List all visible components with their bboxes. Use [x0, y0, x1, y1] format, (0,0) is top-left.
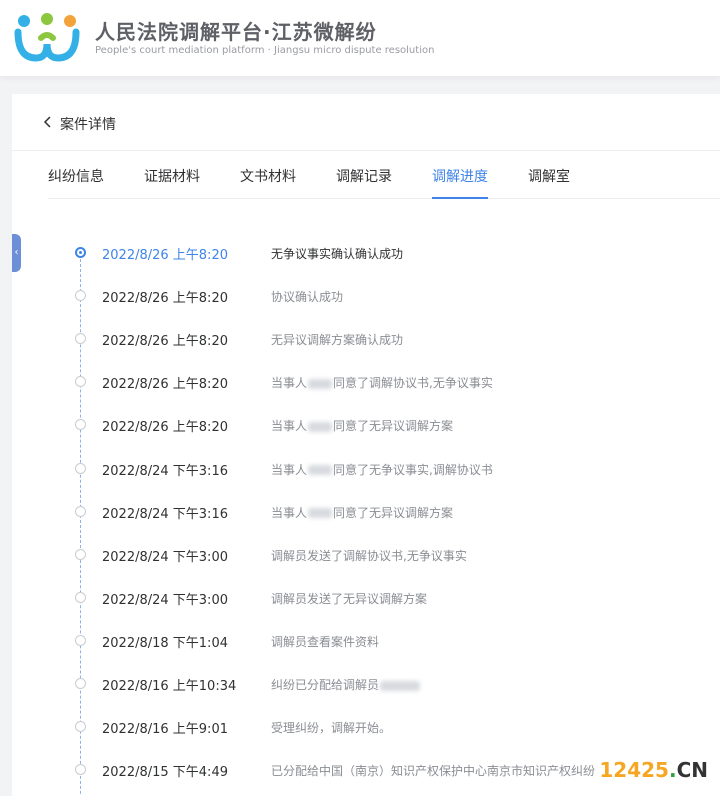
watermark-number: 12425: [599, 758, 669, 782]
timeline-dot-icon: [75, 548, 86, 560]
timeline-time: 2022/8/26 上午8:20: [102, 377, 228, 393]
watermark: 12425.CN: [599, 758, 708, 782]
timeline-dot-icon: [75, 333, 86, 345]
timeline-time: 2022/8/16 上午10:34: [102, 679, 237, 694]
app-header: 人民法院调解平台·江苏微解纷 People's court mediation …: [0, 0, 720, 76]
timeline-text-pre: 当事人: [271, 462, 308, 477]
timeline-text-post: 同意了调解协议书,无争议事实: [333, 376, 493, 391]
timeline-text: 已分配给中国（南京）知识产权保护中心南京市知识产权纠纷: [271, 762, 595, 779]
timeline-dot-active-icon: [75, 247, 86, 258]
tab-bar: 纠纷信息 证据材料 文书材料 调解记录 调解进度 调解室: [48, 152, 720, 199]
timeline-dot-icon: [75, 462, 86, 474]
tab-mediation-room[interactable]: 调解室: [528, 166, 570, 197]
timeline-text: 调解员查看案件资料: [271, 633, 379, 650]
redacted-name: [308, 508, 333, 519]
redacted-name: [308, 421, 333, 432]
timeline-item: 2022/8/24 下午3:00 调解员发送了无异议调解方案: [12, 589, 720, 609]
timeline-text-pre: 调解员发送了调解协议书,无争议事实: [271, 548, 467, 563]
timeline-dot-icon: [75, 376, 86, 388]
timeline-item: 2022/8/26 上午8:20 协议确认成功: [12, 287, 720, 307]
timeline-time: 2022/8/24 下午3:00: [102, 549, 228, 565]
timeline-time: 2022/8/24 下午3:00: [102, 592, 228, 608]
timeline-item: 2022/8/16 上午10:34 纠纷已分配给调解员: [12, 675, 720, 695]
timeline-item: 2022/8/26 上午8:20 无异议调解方案确认成功: [12, 330, 720, 350]
card-header: 案件详情: [12, 94, 720, 151]
timeline-item: 2022/8/16 上午9:01 受理纠纷，调解开始。: [12, 718, 720, 738]
timeline-item: 2022/8/24 下午3:16 当事人 同意了无争议事实,调解协议书: [12, 460, 720, 480]
tab-dispute-info[interactable]: 纠纷信息: [48, 166, 104, 197]
timeline-time: 2022/8/16 上午9:01: [102, 722, 228, 738]
timeline-dot-icon: [75, 634, 86, 646]
timeline-dot-icon: [75, 419, 86, 431]
case-detail-card: ‹ 案件详情 纠纷信息 证据材料 文书材料 调解记录 调解进度 调解室 2022…: [12, 94, 720, 796]
timeline-time: 2022/8/26 上午8:20: [102, 334, 228, 350]
timeline-text-pre: 当事人: [271, 419, 308, 434]
timeline-dot-icon: [75, 764, 86, 776]
page-title: 案件详情: [60, 117, 116, 133]
timeline-item: 2022/8/26 上午8:20 无争议事实确认确认成功: [12, 244, 720, 264]
timeline-text: 当事人 同意了无争议事实,调解协议书: [271, 461, 493, 478]
redacted-name: [308, 378, 333, 389]
timeline-dot-icon: [75, 678, 86, 689]
tab-mediation-record[interactable]: 调解记录: [336, 166, 392, 197]
timeline-text-pre: 协议确认成功: [271, 290, 344, 305]
tab-evidence[interactable]: 证据材料: [144, 166, 200, 197]
timeline-time: 2022/8/24 下午3:16: [102, 506, 228, 522]
timeline-item: 2022/8/18 下午1:04 调解员查看案件资料: [12, 632, 720, 652]
tab-mediation-progress[interactable]: 调解进度: [432, 166, 488, 199]
timeline-text-post: 同意了无异议调解方案: [333, 505, 454, 520]
platform-subtitle: People's court mediation platform · Jian…: [95, 45, 435, 56]
timeline-time: 2022/8/18 下午1:04: [102, 635, 228, 651]
watermark-dot: .: [668, 758, 677, 782]
timeline-text: 受理纠纷，调解开始。: [271, 719, 391, 736]
tab-documents[interactable]: 文书材料: [240, 166, 296, 197]
timeline-text-post: 同意了无争议事实,调解协议书: [333, 462, 493, 477]
timeline-text-pre: 当事人: [271, 376, 308, 391]
redacted-name: [380, 680, 421, 691]
timeline-text-pre: 调解员发送了无异议调解方案: [271, 591, 428, 606]
back-chevron-icon[interactable]: [40, 112, 56, 132]
timeline-text-pre: 调解员查看案件资料: [271, 634, 380, 649]
timeline-dot-icon: [75, 505, 86, 517]
timeline-text: 纠纷已分配给调解员: [271, 676, 421, 693]
timeline-text: 调解员发送了无异议调解方案: [271, 590, 427, 607]
timeline-item: 2022/8/26 上午8:20 当事人 同意了无异议调解方案: [12, 416, 720, 436]
timeline-text: 当事人 同意了无异议调解方案: [271, 504, 453, 521]
timeline-text-pre: 纠纷已分配给调解员: [271, 678, 380, 692]
timeline-time: 2022/8/26 上午8:20: [102, 248, 228, 263]
timeline-text-pre: 当事人: [271, 505, 308, 520]
timeline-item: 2022/8/24 下午3:00 调解员发送了调解协议书,无争议事实: [12, 546, 720, 566]
timeline-dot-icon: [75, 721, 86, 733]
timeline-text: 协议确认成功: [271, 288, 343, 305]
redacted-name: [308, 465, 333, 475]
timeline-text: 调解员发送了调解协议书,无争议事实: [271, 547, 467, 564]
timeline-time: 2022/8/24 下午3:16: [102, 463, 228, 479]
timeline-text-pre: 已分配给中国（南京）知识产权保护中心南京市知识产权纠纷: [271, 764, 596, 779]
timeline-item: 2022/8/24 下午3:16 当事人 同意了无异议调解方案: [12, 503, 720, 523]
timeline-text-pre: 无异议调解方案确认成功: [271, 333, 404, 348]
timeline-time: 2022/8/15 下午4:49: [102, 765, 228, 781]
timeline-time: 2022/8/26 上午8:20: [102, 420, 228, 436]
timeline-item: 2022/8/26 上午8:20 当事人 同意了调解协议书,无争议事实: [12, 373, 720, 393]
timeline-dot-icon: [75, 591, 86, 603]
timeline-text-pre: 受理纠纷，调解开始。: [271, 721, 392, 736]
timeline-text: 当事人 同意了无异议调解方案: [271, 417, 453, 434]
timeline-text: 无争议事实确认确认成功: [271, 245, 403, 262]
watermark-suffix: CN: [676, 758, 708, 782]
court-logo-icon: [14, 13, 80, 62]
timeline-dot-icon: [75, 290, 86, 302]
timeline-text: 当事人 同意了调解协议书,无争议事实: [271, 374, 493, 391]
progress-timeline: 2022/8/26 上午8:20 无争议事实确认确认成功 2022/8/26 上午8…: [12, 244, 720, 796]
timeline-text-pre: 无争议事实确认确认成功: [271, 247, 404, 261]
page: 人民法院调解平台·江苏微解纷 People's court mediation …: [0, 0, 720, 796]
timeline-text-post: 同意了无异议调解方案: [333, 419, 454, 434]
platform-title: 人民法院调解平台·江苏微解纷: [95, 20, 377, 44]
timeline-time: 2022/8/26 上午8:20: [102, 291, 228, 307]
timeline-text: 无异议调解方案确认成功: [271, 331, 403, 348]
